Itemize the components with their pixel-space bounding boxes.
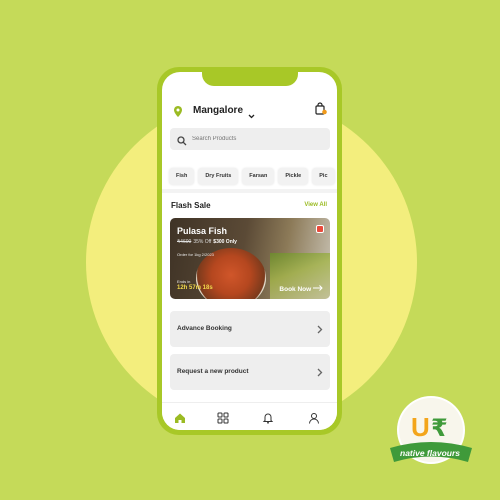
countdown-timer: 12h 57m 18s <box>177 285 213 291</box>
bottom-tab-bar <box>162 402 337 430</box>
product-price: ₹4600 35% Off $300 Only <box>177 239 237 245</box>
app-screen: Mangalore FishDry FruitsFarsanPicklePic … <box>162 72 337 430</box>
category-chip-pickle[interactable]: Pickle <box>278 168 309 185</box>
category-chip-dry-fruits[interactable]: Dry Fruits <box>198 168 239 185</box>
location-pin-icon[interactable] <box>174 104 182 122</box>
section-divider <box>162 189 337 193</box>
home-icon[interactable] <box>174 411 186 423</box>
city-selector[interactable]: Mangalore <box>193 105 243 116</box>
category-chip-fish[interactable]: Fish <box>169 168 195 185</box>
category-chip-farsan[interactable]: Farsan <box>242 168 275 185</box>
flash-sale-card[interactable]: Pulasa Fish ₹4600 35% Off $300 Only Order … <box>170 218 330 299</box>
product-name: Pulasa Fish <box>177 226 228 236</box>
chevron-right-icon <box>317 321 323 339</box>
logo-text: native flavours <box>400 448 460 458</box>
phone-frame: Mangalore FishDry FruitsFarsanPicklePic … <box>157 67 342 435</box>
shopping-bag-icon[interactable] <box>315 102 327 120</box>
book-now-label: Book Now <box>279 286 312 293</box>
flash-sale-title: Flash Sale <box>171 201 211 210</box>
chevron-down-icon[interactable] <box>248 106 255 124</box>
chevron-right-icon <box>317 364 323 382</box>
view-all-link[interactable]: View All <box>304 202 327 208</box>
request-product-label: Request a new product <box>177 368 249 375</box>
phone-notch <box>202 72 298 86</box>
category-chips: Fish Dry Fruits Farsan Pickle Pic <box>169 164 337 185</box>
app-header: Mangalore <box>172 101 327 121</box>
old-price: ₹4600 <box>177 239 192 245</box>
request-product-card[interactable]: Request a new product <box>170 354 330 390</box>
ends-label: Ends in <box>177 279 191 284</box>
search-bar[interactable] <box>170 128 330 150</box>
svg-text:U: U <box>411 412 430 442</box>
search-icon <box>177 133 187 151</box>
veg-badge-icon <box>316 225 324 233</box>
discount: 35% Off <box>193 239 212 245</box>
advance-booking-card[interactable]: Advance Booking <box>170 311 330 347</box>
grid-icon[interactable] <box>217 411 229 424</box>
category-chip-partial[interactable]: Pic <box>312 168 335 185</box>
brand-logo: U ₹ native flavours <box>388 390 474 476</box>
product-note: Order for 1kg 2/2023 <box>177 252 214 257</box>
advance-booking-label: Advance Booking <box>177 325 232 332</box>
search-input[interactable] <box>192 132 322 146</box>
arrow-right-icon <box>313 285 323 293</box>
bell-icon[interactable] <box>262 411 274 424</box>
svg-text:₹: ₹ <box>431 414 448 442</box>
current-price: $300 Only <box>213 239 237 245</box>
user-icon[interactable] <box>308 411 320 424</box>
book-now-button[interactable]: Book Now <box>279 285 323 293</box>
